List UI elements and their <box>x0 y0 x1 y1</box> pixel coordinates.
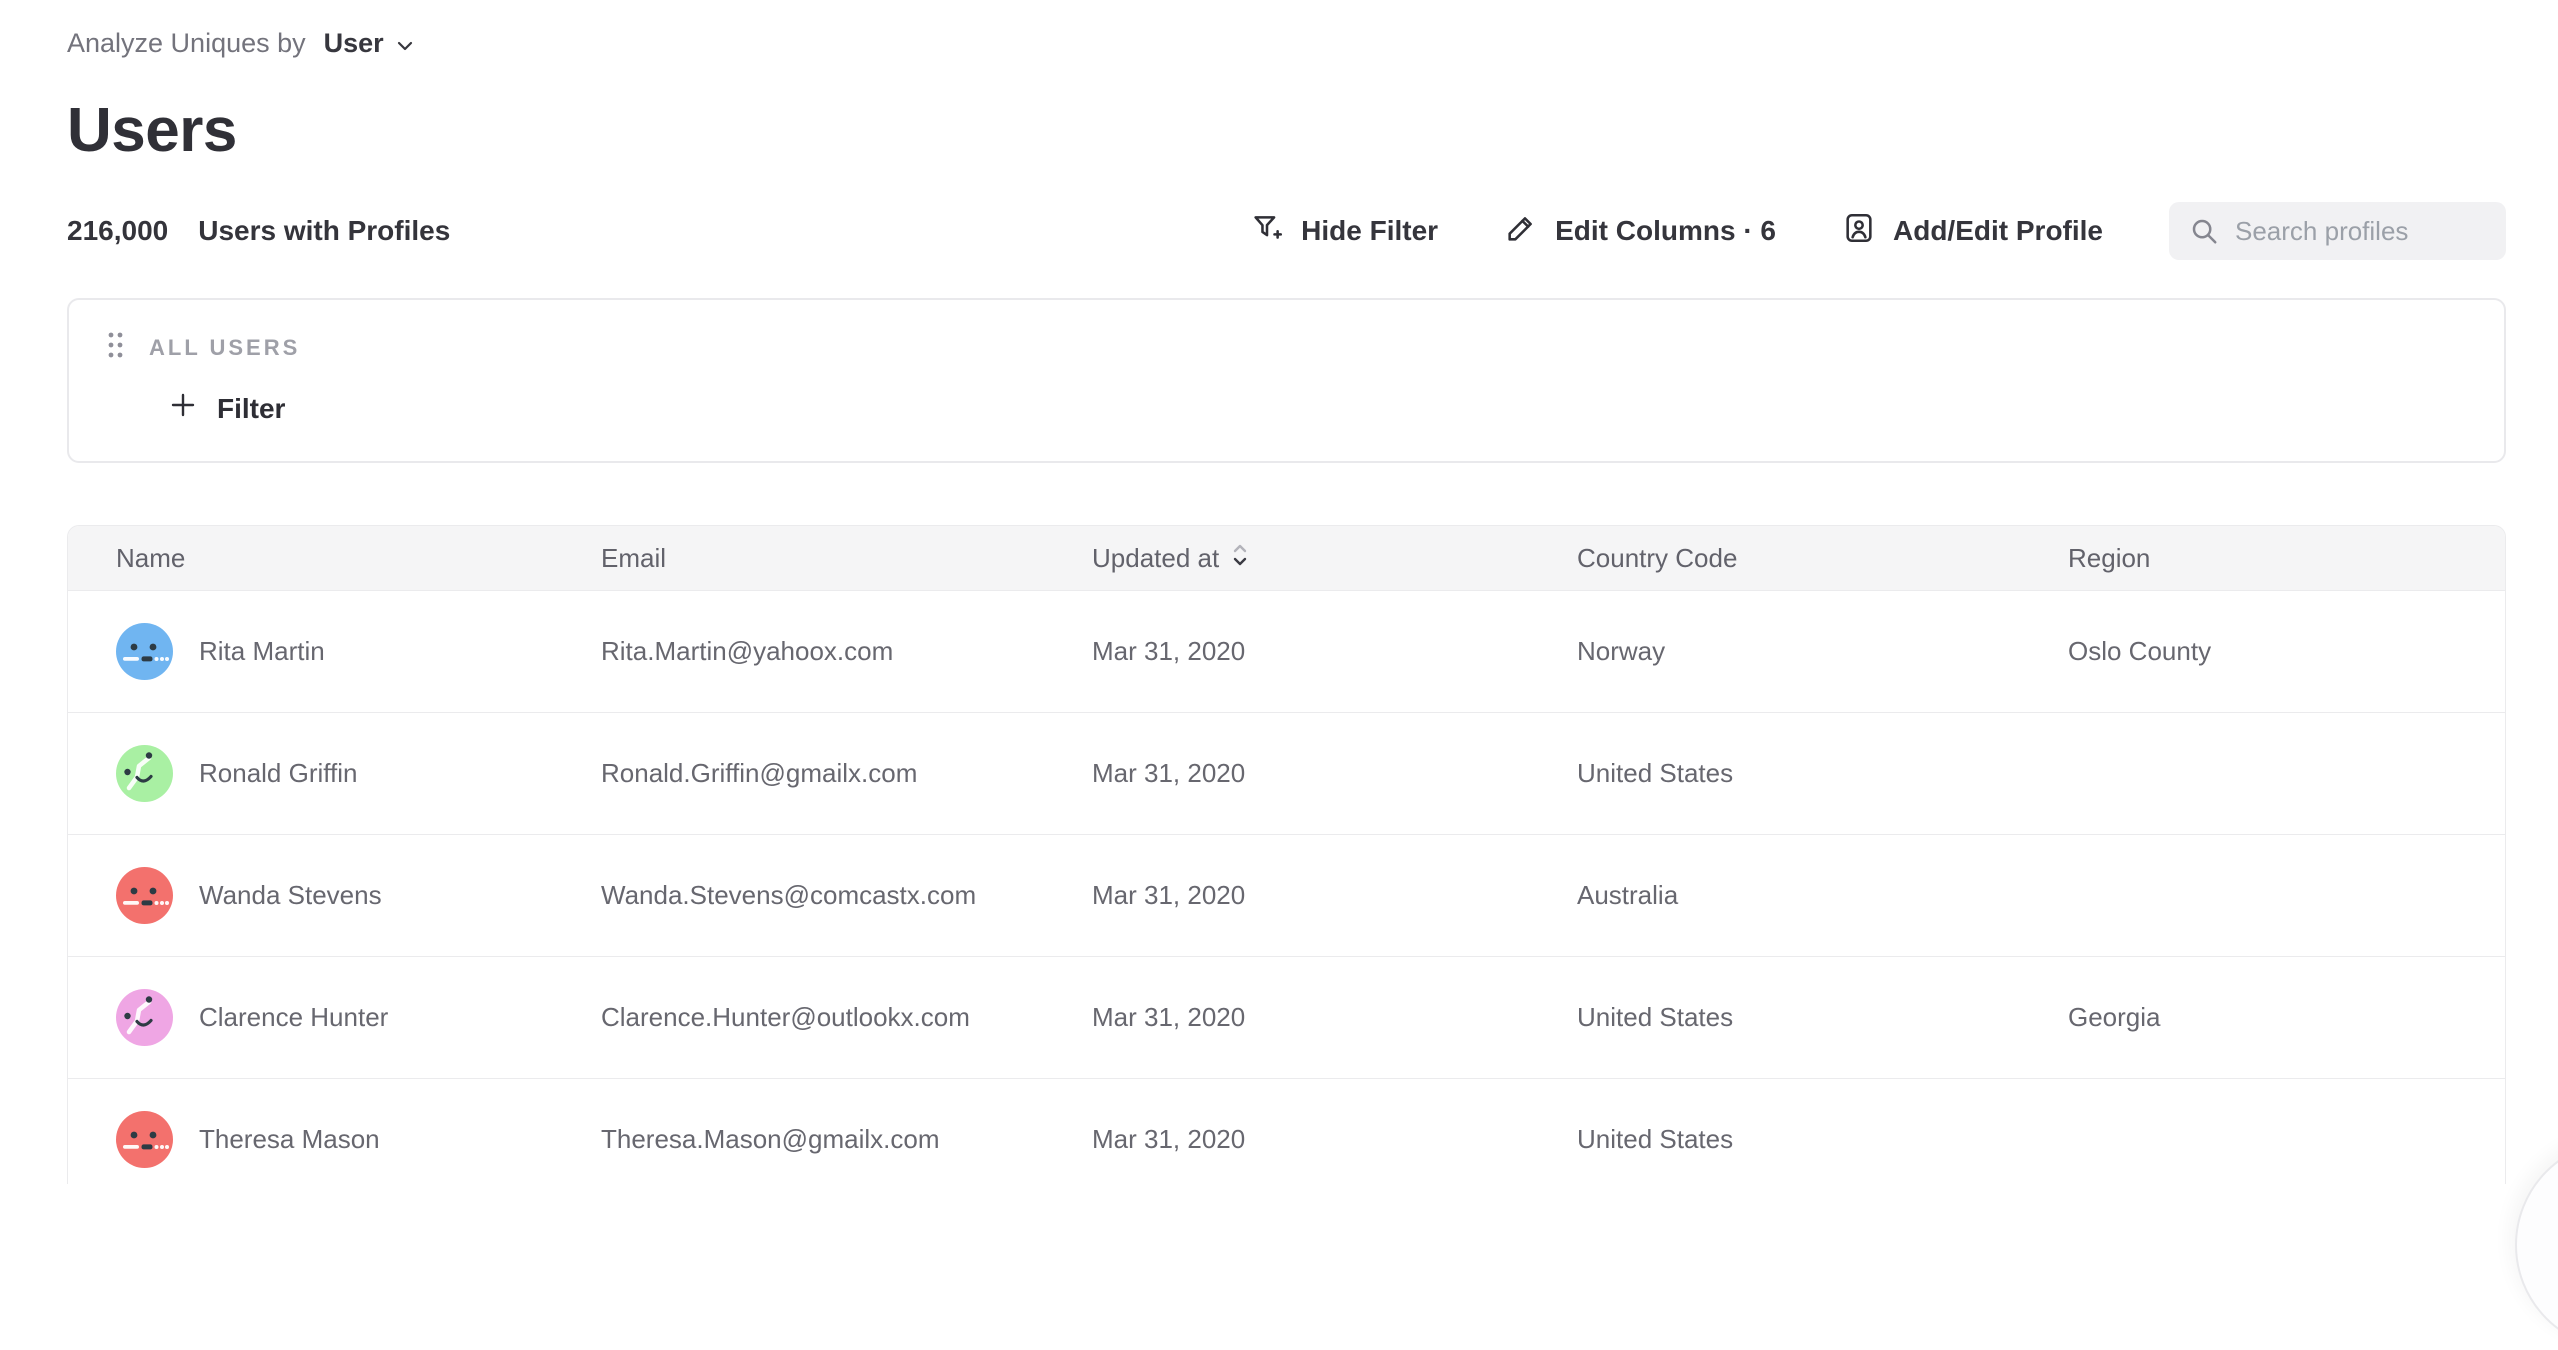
cell-country-code: United States <box>1529 758 2020 789</box>
search-profiles-box <box>2169 202 2506 260</box>
cell-name: Ronald Griffin <box>68 745 553 802</box>
user-name: Clarence Hunter <box>199 1002 388 1033</box>
user-avatar <box>116 1111 173 1168</box>
search-profiles-input[interactable] <box>2169 202 2506 260</box>
pencil-icon <box>1504 211 1538 252</box>
toolbar: Hide Filter Edit Columns · 6 <box>1250 202 2506 260</box>
drag-handle-icon[interactable] <box>105 330 127 365</box>
user-name: Wanda Stevens <box>199 880 382 911</box>
cell-country-code: Norway <box>1529 636 2020 667</box>
table-body: Rita Martin Rita.Martin@yahoox.com Mar 3… <box>68 590 2505 1184</box>
stats-toolbar-row: 216,000 Users with Profiles Hide Filter <box>67 202 2506 260</box>
funnel-plus-icon <box>1250 211 1284 252</box>
cell-country-code: United States <box>1529 1002 2020 1033</box>
users-table: Name Email Updated at Country Code Regio… <box>67 525 2506 1184</box>
cell-country-code: Australia <box>1529 880 2020 911</box>
analyze-by-dropdown[interactable]: User <box>324 28 416 59</box>
cell-updated-at: Mar 31, 2020 <box>1044 1124 1529 1155</box>
cell-name: Wanda Stevens <box>68 867 553 924</box>
column-header-region[interactable]: Region <box>2020 543 2505 574</box>
table-row[interactable]: Rita Martin Rita.Martin@yahoox.com Mar 3… <box>68 590 2505 712</box>
filter-panel: ALL USERS Filter <box>67 298 2506 463</box>
cell-name: Theresa Mason <box>68 1111 553 1168</box>
user-avatar <box>116 623 173 680</box>
add-filter-button[interactable]: Filter <box>169 391 285 426</box>
edit-columns-label: Edit Columns · 6 <box>1555 215 1776 247</box>
edit-columns-button[interactable]: Edit Columns · 6 <box>1504 211 1776 252</box>
profile-card-icon <box>1842 211 1876 252</box>
user-avatar <box>116 867 173 924</box>
hide-filter-button[interactable]: Hide Filter <box>1250 211 1438 252</box>
chevron-down-icon <box>394 33 416 55</box>
cell-email: Theresa.Mason@gmailx.com <box>553 1124 1044 1155</box>
column-header-updated-at[interactable]: Updated at <box>1044 541 1529 576</box>
profile-count-value: 216,000 <box>67 215 168 247</box>
profile-count-caption: Users with Profiles <box>198 215 450 247</box>
column-header-email[interactable]: Email <box>553 543 1044 574</box>
table-row[interactable]: Clarence Hunter Clarence.Hunter@outlookx… <box>68 956 2505 1078</box>
add-edit-profile-button[interactable]: Add/Edit Profile <box>1842 211 2103 252</box>
cell-email: Wanda.Stevens@comcastx.com <box>553 880 1044 911</box>
user-name: Ronald Griffin <box>199 758 358 789</box>
cell-email: Rita.Martin@yahoox.com <box>553 636 1044 667</box>
user-avatar <box>116 989 173 1046</box>
table-row[interactable]: Ronald Griffin Ronald.Griffin@gmailx.com… <box>68 712 2505 834</box>
plus-icon <box>169 391 197 426</box>
profile-count: 216,000 Users with Profiles <box>67 215 450 247</box>
users-page: Analyze Uniques by User Users 216,000 Us… <box>0 0 2558 1184</box>
analyze-uniques-label: Analyze Uniques by <box>67 28 306 59</box>
filter-group-label: ALL USERS <box>149 335 300 361</box>
cell-email: Clarence.Hunter@outlookx.com <box>553 1002 1044 1033</box>
search-icon <box>2189 216 2219 251</box>
user-avatar <box>116 745 173 802</box>
cell-name: Rita Martin <box>68 623 553 680</box>
add-edit-profile-label: Add/Edit Profile <box>1893 215 2103 247</box>
cell-updated-at: Mar 31, 2020 <box>1044 880 1529 911</box>
cell-country-code: United States <box>1529 1124 2020 1155</box>
cell-email: Ronald.Griffin@gmailx.com <box>553 758 1044 789</box>
cell-updated-at: Mar 31, 2020 <box>1044 1002 1529 1033</box>
cell-updated-at: Mar 31, 2020 <box>1044 636 1529 667</box>
sort-arrows-icon <box>1231 541 1249 576</box>
analyze-by-value: User <box>324 28 384 59</box>
cell-name: Clarence Hunter <box>68 989 553 1046</box>
add-filter-label: Filter <box>217 393 285 425</box>
user-name: Theresa Mason <box>199 1124 380 1155</box>
table-row[interactable]: Theresa Mason Theresa.Mason@gmailx.com M… <box>68 1078 2505 1184</box>
table-row[interactable]: Wanda Stevens Wanda.Stevens@comcastx.com… <box>68 834 2505 956</box>
user-name: Rita Martin <box>199 636 325 667</box>
column-header-country-code[interactable]: Country Code <box>1529 543 2020 574</box>
hide-filter-label: Hide Filter <box>1301 215 1438 247</box>
column-header-name[interactable]: Name <box>68 543 553 574</box>
cell-updated-at: Mar 31, 2020 <box>1044 758 1529 789</box>
cell-region: Oslo County <box>2020 636 2505 667</box>
table-header-row: Name Email Updated at Country Code Regio… <box>68 526 2505 590</box>
page-title: Users <box>67 95 2506 166</box>
analyze-uniques-row: Analyze Uniques by User <box>67 0 2506 59</box>
cell-region: Georgia <box>2020 1002 2505 1033</box>
